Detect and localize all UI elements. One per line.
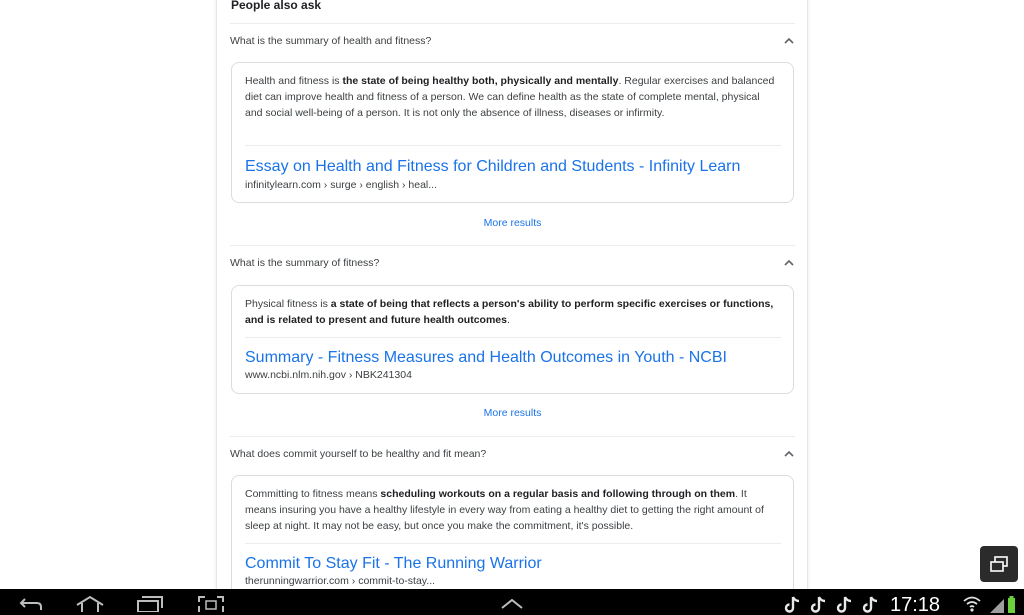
source-link[interactable]: Essay on Health and Fitness for Children…	[245, 158, 740, 176]
divider	[245, 145, 781, 146]
people-also-ask-card: People also ask What is the summary of h…	[216, 0, 808, 589]
source-link[interactable]: Summary - Fitness Measures and Health Ou…	[245, 349, 727, 367]
answer-text: Physical fitness is a state of being tha…	[245, 298, 774, 326]
section-title: People also ask	[231, 0, 322, 12]
more-results-link[interactable]: More results	[230, 217, 795, 229]
tiktok-icon	[784, 596, 800, 613]
answer-text: Committing to fitness means scheduling w…	[245, 488, 764, 532]
divider	[230, 23, 795, 24]
browser-page: People also ask What is the summary of h…	[0, 0, 1024, 589]
divider	[230, 245, 795, 246]
paa-question[interactable]: What is the summary of fitness?	[230, 257, 379, 269]
source-link[interactable]: Commit To Stay Fit - The Running Warrior	[245, 555, 542, 573]
home-icon[interactable]	[74, 594, 106, 612]
divider	[245, 337, 781, 338]
paa-answer-card: Physical fitness is a state of being tha…	[231, 285, 794, 394]
answer-highlight: scheduling workouts on a regular basis a…	[380, 488, 736, 500]
divider	[245, 543, 781, 544]
paa-answer-card: Committing to fitness means scheduling w…	[231, 475, 794, 589]
restore-window-icon	[990, 556, 1008, 572]
chevron-up-icon[interactable]	[783, 449, 795, 459]
tiktok-icon	[862, 596, 878, 613]
answer-text: Health and fitness is the state of being…	[245, 75, 775, 119]
tiktok-icon	[810, 596, 826, 613]
chevron-up-icon[interactable]	[498, 594, 526, 612]
paa-question[interactable]: What does commit yourself to be healthy …	[230, 448, 486, 460]
source-url: therunningwarrior.com › commit-to-stay..…	[245, 575, 436, 587]
paa-answer-card: Health and fitness is the state of being…	[231, 62, 794, 203]
paa-question[interactable]: What is the summary of health and fitnes…	[230, 35, 431, 47]
divider	[230, 436, 795, 437]
source-url: www.ncbi.nlm.nih.gov › NBK241304	[245, 369, 412, 381]
floating-window-button[interactable]	[980, 546, 1018, 582]
chevron-up-icon[interactable]	[783, 258, 795, 268]
recent-apps-icon[interactable]	[135, 594, 165, 612]
more-results-link[interactable]: More results	[230, 407, 795, 419]
chevron-up-icon[interactable]	[783, 36, 795, 46]
signal-icon	[990, 596, 1015, 613]
answer-highlight: the state of being healthy both, physica…	[342, 75, 619, 87]
screenshot-icon[interactable]	[196, 594, 226, 612]
source-url: infinitylearn.com › surge › english › he…	[245, 179, 437, 191]
clock: 17:18	[890, 594, 941, 615]
back-icon[interactable]	[16, 594, 46, 612]
system-navigation-bar: 17:18	[0, 589, 1024, 615]
wifi-icon	[963, 596, 981, 612]
tiktok-icon	[836, 596, 852, 613]
